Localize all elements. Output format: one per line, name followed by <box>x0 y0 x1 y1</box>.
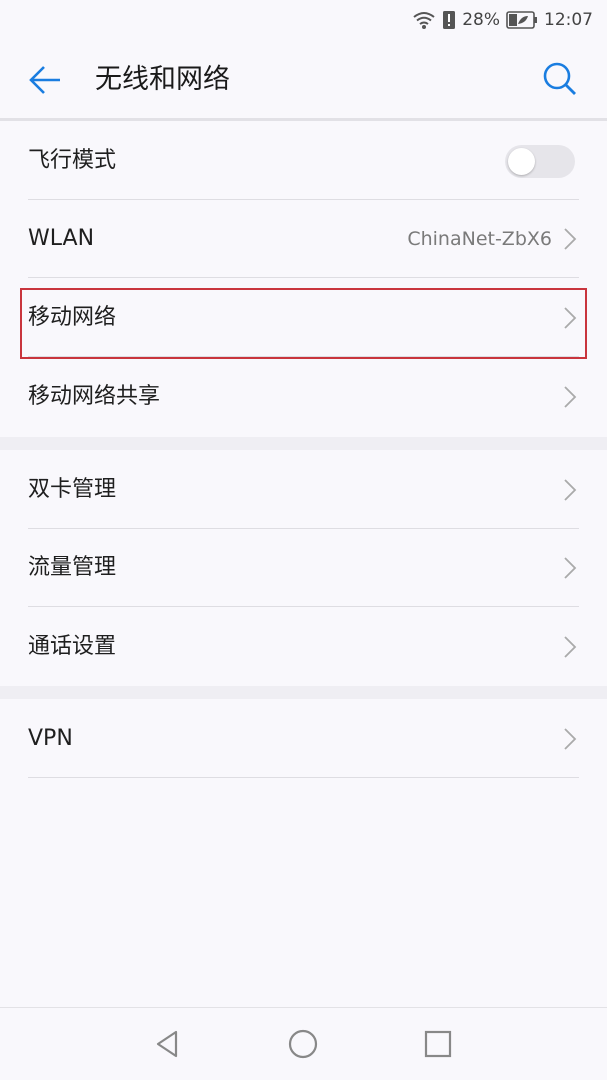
navigation-bar <box>0 1007 607 1080</box>
nav-back-button[interactable] <box>150 1026 186 1062</box>
status-icons: 28% 12:07 <box>412 9 593 31</box>
battery-percent: 28% <box>462 10 500 30</box>
divider <box>28 606 579 607</box>
row-dual-sim[interactable]: 双卡管理 <box>0 451 607 529</box>
chevron-right-icon <box>563 556 577 580</box>
section-gap <box>0 686 607 699</box>
status-time: 12:07 <box>544 10 593 30</box>
row-data-usage[interactable]: 流量管理 <box>0 529 607 607</box>
triangle-back-icon <box>150 1030 186 1066</box>
search-icon <box>541 62 579 102</box>
search-button[interactable] <box>541 60 579 98</box>
nav-recent-button[interactable] <box>420 1026 456 1062</box>
toggle-knob <box>508 148 535 175</box>
chevron-right-icon <box>563 727 577 751</box>
header: 无线和网络 <box>0 40 607 120</box>
battery-icon <box>506 11 538 29</box>
status-bar: 28% 12:07 <box>0 0 607 40</box>
highlight-box <box>20 288 587 359</box>
nav-home-button[interactable] <box>285 1026 321 1062</box>
row-hotspot-sharing[interactable]: 移动网络共享 <box>0 358 607 436</box>
chevron-right-icon <box>563 385 577 409</box>
chevron-right-icon <box>563 635 577 659</box>
row-label: 飞行模式 <box>28 148 117 173</box>
airplane-mode-toggle[interactable] <box>505 145 575 178</box>
header-divider <box>0 118 607 121</box>
row-label: 双卡管理 <box>28 477 117 502</box>
row-label: 移动网络共享 <box>28 384 161 409</box>
circle-home-icon <box>285 1029 321 1066</box>
chevron-right-icon <box>563 227 577 251</box>
divider <box>28 277 579 278</box>
row-label: WLAN <box>28 226 95 251</box>
back-button[interactable] <box>28 62 64 98</box>
sim-alert-icon <box>442 10 456 30</box>
wifi-icon <box>412 10 436 30</box>
arrow-left-icon <box>28 66 64 102</box>
section-gap <box>0 437 607 450</box>
square-recent-icon <box>420 1030 456 1066</box>
page-title: 无线和网络 <box>95 64 230 95</box>
row-label: 流量管理 <box>28 555 117 580</box>
row-label: VPN <box>28 726 73 751</box>
row-vpn[interactable]: VPN <box>0 700 607 778</box>
chevron-right-icon <box>563 478 577 502</box>
row-call-settings[interactable]: 通话设置 <box>0 608 607 686</box>
row-label: 通话设置 <box>28 634 117 659</box>
row-airplane-mode[interactable]: 飞行模式 <box>0 122 607 200</box>
divider <box>28 777 579 778</box>
wlan-network-name: ChinaNet-ZbX6 <box>407 228 552 250</box>
row-wlan[interactable]: WLAN ChinaNet-ZbX6 <box>0 200 607 278</box>
